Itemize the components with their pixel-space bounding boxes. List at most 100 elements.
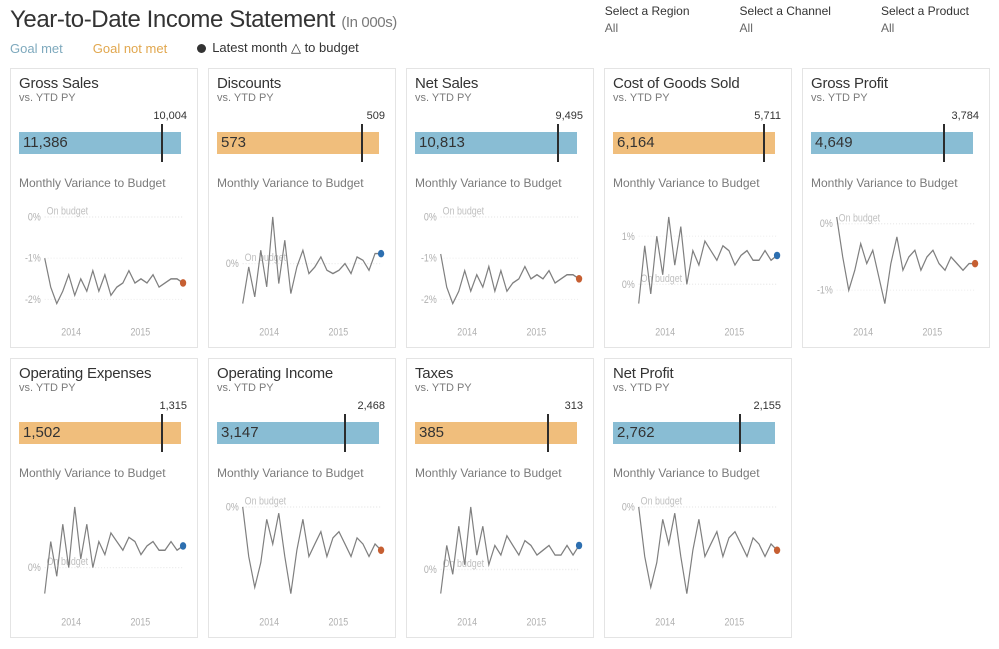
svg-text:0%: 0% xyxy=(424,564,437,576)
svg-text:2014: 2014 xyxy=(655,617,675,629)
svg-text:-2%: -2% xyxy=(421,294,437,306)
svg-text:2014: 2014 xyxy=(259,327,279,339)
variance-title: Monthly Variance to Budget xyxy=(415,176,585,190)
variance-sparkline: 0%-1%-2%On budget20142015 xyxy=(415,192,585,345)
actual-value: 11,386 xyxy=(23,132,68,154)
variance-sparkline: 0%On budget20142015 xyxy=(217,192,387,345)
card-title: Gross Sales xyxy=(19,75,189,92)
bullet-chart: 509 573 xyxy=(217,110,387,166)
card-subtitle: vs. YTD PY xyxy=(415,92,585,104)
card-title: Operating Expenses xyxy=(19,365,189,382)
svg-text:-1%: -1% xyxy=(421,253,437,265)
svg-text:0%: 0% xyxy=(226,258,239,270)
filter-label: Select a Product xyxy=(881,4,969,18)
svg-text:0%: 0% xyxy=(226,502,239,514)
legend: Goal met Goal not met Latest month △ to … xyxy=(10,40,575,56)
card-title: Operating Income xyxy=(217,365,387,382)
card-taxes[interactable]: Taxesvs. YTD PY 313 385 Monthly Variance to… xyxy=(406,358,594,638)
bullet-chart: 1,3151,502 xyxy=(19,400,189,456)
filter-label: Select a Channel xyxy=(740,4,831,18)
card-discounts[interactable]: Discountsvs. YTD PY 509 573 Monthly Varianc… xyxy=(208,68,396,348)
filter-label: Select a Region xyxy=(605,4,690,18)
bullet-chart: 10,00411,386 xyxy=(19,110,189,166)
variance-title: Monthly Variance to Budget xyxy=(613,466,783,480)
target-label: 313 xyxy=(565,400,583,412)
svg-text:0%: 0% xyxy=(424,212,437,224)
filter-channel[interactable]: Select a Channel All xyxy=(740,4,831,35)
svg-text:2015: 2015 xyxy=(328,327,348,339)
card-title: Cost of Goods Sold xyxy=(613,75,783,92)
svg-text:On budget: On budget xyxy=(641,273,683,285)
variance-title: Monthly Variance to Budget xyxy=(613,176,783,190)
actual-value: 4,649 xyxy=(815,132,853,154)
card-subtitle: vs. YTD PY xyxy=(613,382,783,394)
metric-grid: Gross Salesvs. YTD PY10,00411,386Monthly… xyxy=(10,68,989,638)
actual-value: 3,147 xyxy=(221,422,259,444)
card-subtitle: vs. YTD PY xyxy=(415,382,585,394)
bullet-chart: 2,468 3,147 xyxy=(217,400,387,456)
target-label: 509 xyxy=(367,110,385,122)
page-title: Year-to-Date Income Statement (In 000s) xyxy=(10,6,575,34)
filter-value: All xyxy=(881,21,969,35)
card-net-sales[interactable]: Net Salesvs. YTD PY 9,495 10,813 Monthly Va… xyxy=(406,68,594,348)
dot-icon xyxy=(197,44,206,53)
variance-sparkline: 0% On budget 2014 2015 xyxy=(217,482,387,635)
card-op-income[interactable]: Operating Incomevs. YTD PY 2,468 3,147 Mont… xyxy=(208,358,396,638)
card-title: Taxes xyxy=(415,365,585,382)
card-opex[interactable]: Operating Expensesvs. YTD PY1,3151,502Mo… xyxy=(10,358,198,638)
svg-text:2015: 2015 xyxy=(922,327,942,339)
variance-title: Monthly Variance to Budget xyxy=(415,466,585,480)
svg-text:0%: 0% xyxy=(820,219,833,231)
variance-sparkline: 0%On budget20142015 xyxy=(415,482,585,635)
svg-text:-2%: -2% xyxy=(25,294,41,306)
filter-product[interactable]: Select a Product All xyxy=(881,4,969,35)
card-subtitle: vs. YTD PY xyxy=(217,382,387,394)
svg-text:0%: 0% xyxy=(28,562,41,574)
card-subtitle: vs. YTD PY xyxy=(613,92,783,104)
svg-text:2015: 2015 xyxy=(328,617,348,629)
target-label: 2,468 xyxy=(357,400,385,412)
target-label: 1,315 xyxy=(159,400,187,412)
svg-text:-1%: -1% xyxy=(817,285,833,297)
svg-text:On budget: On budget xyxy=(443,206,485,218)
svg-text:2014: 2014 xyxy=(61,327,81,339)
svg-text:0%: 0% xyxy=(28,212,41,224)
card-title: Net Sales xyxy=(415,75,585,92)
variance-sparkline: 1%0%On budget20142015 xyxy=(613,192,783,345)
svg-text:2014: 2014 xyxy=(457,327,477,339)
bullet-chart: 2,1552,762 xyxy=(613,400,783,456)
card-net-profit[interactable]: Net Profitvs. YTD PY 2,1552,762 Monthly Va… xyxy=(604,358,792,638)
actual-value: 385 xyxy=(419,422,444,444)
svg-text:On budget: On budget xyxy=(47,206,89,218)
card-subtitle: vs. YTD PY xyxy=(19,92,189,104)
dashboard-header: Year-to-Date Income Statement (In 000s) … xyxy=(10,4,989,56)
actual-value: 573 xyxy=(221,132,246,154)
variance-title: Monthly Variance to Budget xyxy=(217,466,387,480)
card-subtitle: vs. YTD PY xyxy=(217,92,387,104)
svg-text:2015: 2015 xyxy=(130,617,150,629)
svg-text:0%: 0% xyxy=(622,279,635,291)
target-label: 2,155 xyxy=(753,400,781,412)
title-text: Year-to-Date Income Statement xyxy=(10,6,335,33)
svg-text:2014: 2014 xyxy=(259,617,279,629)
variance-title: Monthly Variance to Budget xyxy=(811,176,981,190)
variance-title: Monthly Variance to Budget xyxy=(19,176,189,190)
legend-goal-met: Goal met xyxy=(10,41,63,56)
svg-text:On budget: On budget xyxy=(245,496,287,508)
svg-text:2015: 2015 xyxy=(526,617,546,629)
variance-title: Monthly Variance to Budget xyxy=(217,176,387,190)
card-title: Net Profit xyxy=(613,365,783,382)
card-cogs[interactable]: Cost of Goods Soldvs. YTD PY 5,7116,164 Mo… xyxy=(604,68,792,348)
card-gross-profit[interactable]: Gross Profitvs. YTD PY3,7844,649Monthly … xyxy=(802,68,990,348)
card-title: Discounts xyxy=(217,75,387,92)
target-label: 9,495 xyxy=(555,110,583,122)
bullet-chart: 5,7116,164 xyxy=(613,110,783,166)
card-subtitle: vs. YTD PY xyxy=(811,92,981,104)
legend-goal-not-met: Goal not met xyxy=(93,41,167,56)
filter-region[interactable]: Select a Region All xyxy=(605,4,690,35)
svg-text:-1%: -1% xyxy=(25,253,41,265)
svg-text:2015: 2015 xyxy=(724,327,744,339)
actual-value: 10,813 xyxy=(419,132,465,154)
card-gross-sales[interactable]: Gross Salesvs. YTD PY 10,00411,386 Monthly… xyxy=(10,68,198,348)
filters: Select a Region All Select a Channel All… xyxy=(605,4,969,35)
